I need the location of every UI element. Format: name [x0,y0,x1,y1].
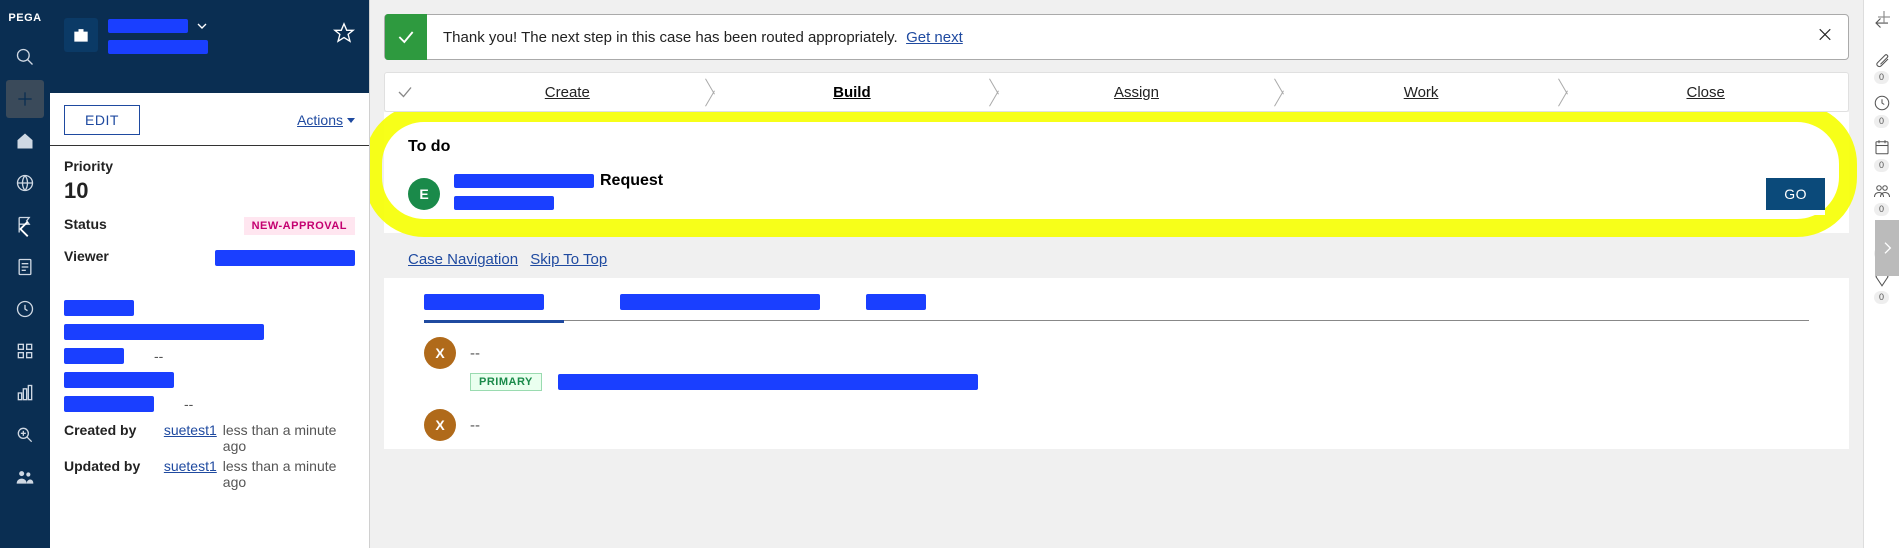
detail-row: X -- [424,323,1809,377]
case-title-block [108,18,355,59]
todo-card: E Request GO [408,172,1825,215]
stage-stepper: Create Build Assign Work Close [384,72,1849,112]
status-label: Status [64,216,107,232]
get-next-link[interactable]: Get next [906,29,963,46]
viewer-label: Viewer [64,248,109,264]
avatar: X [424,409,456,441]
tab-label-redacted[interactable] [620,294,820,310]
todo-subtitle-redacted [454,196,554,210]
banner-text: Thank you! The next step in this case ha… [443,29,898,46]
stage-build[interactable]: Build [710,84,995,101]
participants-icon[interactable]: 0 [1873,176,1891,218]
todo-request-word: Request [600,172,663,190]
chevron-down-icon[interactable] [194,18,210,34]
field-label-redacted [64,348,124,364]
add-tab-icon[interactable] [1875,8,1893,26]
summary-panel: EDIT Actions Priority 10 Status NEW-APPR… [50,0,370,548]
go-button[interactable]: GO [1766,178,1825,210]
todo-text: Request [454,172,1752,215]
case-navigation-link[interactable]: Case Navigation [408,251,518,268]
history-icon[interactable]: 0 [1873,88,1891,130]
highlight-annotation [370,104,1857,237]
util-badge: 0 [1874,159,1889,172]
created-by-user-link[interactable]: suetest1 [164,422,217,438]
globe-icon[interactable] [6,164,44,202]
zoom-icon[interactable] [6,416,44,454]
grid-icon[interactable] [6,332,44,370]
case-subtitle-redacted [108,40,208,54]
priority-label: Priority [64,158,355,174]
util-badge: 0 [1874,71,1889,84]
dash-value: -- [470,417,480,434]
briefcase-icon [64,18,98,52]
actions-menu[interactable]: Actions [297,112,355,128]
util-badge: 0 [1874,203,1889,216]
success-banner: Thank you! The next step in this case ha… [384,14,1849,60]
close-icon[interactable] [1816,26,1834,49]
stage-close[interactable]: Close [1563,84,1848,101]
tab-label-redacted[interactable] [866,294,926,310]
avatar: E [408,178,440,210]
brand-label: PEGA [8,6,41,34]
people-icon[interactable] [6,458,44,496]
dash-value: -- [154,348,163,364]
field-value-redacted [64,372,174,388]
detail-tab-bar [424,288,1809,321]
clock-icon[interactable] [6,290,44,328]
field-value-redacted [64,324,264,340]
updated-by-label: Updated by [64,458,158,474]
tab-label-redacted[interactable] [424,294,544,310]
created-by-ago: less than a minute ago [223,422,355,454]
dash-value: -- [184,396,193,412]
check-icon [385,14,427,60]
detail-row: X -- [424,401,1809,449]
util-badge: 0 [1874,115,1889,128]
star-icon[interactable] [333,22,355,49]
main-area: Thank you! The next step in this case ha… [370,0,1863,548]
attachments-icon[interactable]: 0 [1873,44,1891,86]
edit-button[interactable]: EDIT [64,105,140,135]
detail-text-redacted [558,374,978,390]
created-by-label: Created by [64,422,158,438]
banner-message: Thank you! The next step in this case ha… [427,29,963,46]
field-label-redacted [64,396,154,412]
todo-section: To do E Request GO [384,112,1849,233]
skip-to-top-link[interactable]: Skip To Top [530,251,607,268]
stage-work[interactable]: Work [1279,84,1564,101]
primary-tag: PRIMARY [470,373,542,391]
left-icon-rail: PEGA [0,0,50,548]
stage-complete-icon [385,83,425,101]
case-nav-links: Case Navigation Skip To Top [384,233,1849,278]
expand-right-tab[interactable] [1875,220,1899,276]
summary-actions-row: EDIT Actions [50,93,369,146]
updated-by-ago: less than a minute ago [223,458,355,490]
updated-by-user-link[interactable]: suetest1 [164,458,217,474]
dash-value: -- [470,345,480,362]
detail-section: X -- PRIMARY X -- [384,278,1849,449]
util-badge: 0 [1874,291,1889,304]
create-icon[interactable] [6,80,44,118]
document-icon[interactable] [6,248,44,286]
detail-sub-row: PRIMARY [424,373,1809,391]
calendar-icon[interactable]: 0 [1873,132,1891,174]
todo-title-redacted [454,174,594,188]
collapse-chevron-icon[interactable] [14,218,36,245]
priority-value: 10 [64,178,355,204]
field-label-redacted [64,300,134,316]
chart-icon[interactable] [6,374,44,412]
stage-create[interactable]: Create [425,84,710,101]
actions-label: Actions [297,112,343,128]
search-icon[interactable] [6,38,44,76]
summary-header [50,0,369,93]
caret-down-icon [347,118,355,123]
case-title-redacted [108,19,188,33]
status-badge: NEW-APPROVAL [244,217,355,235]
todo-heading: To do [408,138,1825,156]
viewer-value-redacted [215,250,355,266]
home-icon[interactable] [6,122,44,160]
avatar: X [424,337,456,369]
summary-body: Priority 10 Status NEW-APPROVAL Viewer -… [50,146,369,502]
stage-assign[interactable]: Assign [994,84,1279,101]
